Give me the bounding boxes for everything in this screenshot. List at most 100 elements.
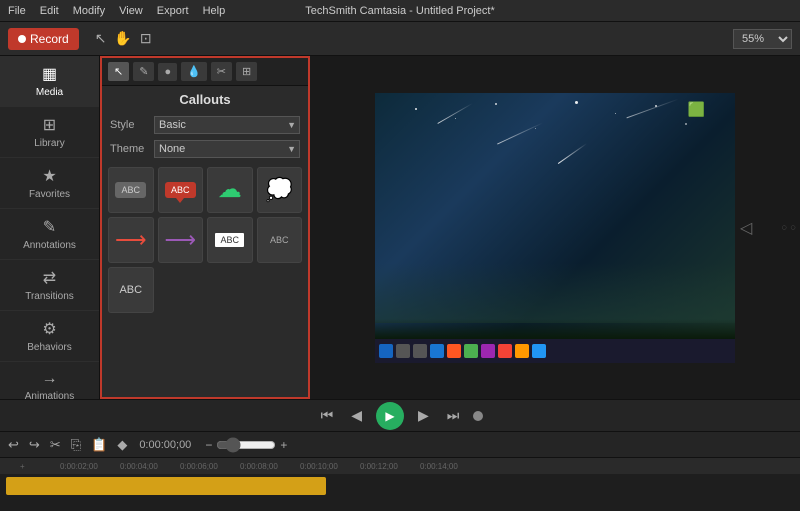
- window-title: TechSmith Camtasia - Untitled Project*: [305, 5, 495, 17]
- theme-select-wrapper: None Custom ▼: [154, 140, 300, 158]
- sidebar-item-annotations[interactable]: ✎ Annotations: [0, 209, 99, 260]
- taskbar-app6: [532, 344, 546, 358]
- media-icon: ▦: [42, 64, 57, 84]
- ruler-mark-7: 0:00:14;00: [420, 462, 458, 471]
- sidebar: ▦ Media ⊞ Library ★ Favorites ✎ Annotati…: [0, 56, 100, 399]
- ruler-mark-1: 0:00:02;00: [60, 462, 98, 471]
- taskbar-edge: [430, 344, 444, 358]
- undo-button[interactable]: ↩: [6, 435, 21, 455]
- ruler-mark-2: 0:00:04;00: [120, 462, 158, 471]
- theme-row: Theme None Custom ▼: [102, 137, 308, 161]
- star-6: [615, 113, 616, 114]
- meteor-2: [497, 122, 543, 144]
- zoom-out-icon[interactable]: −: [205, 438, 212, 452]
- star-4: [535, 128, 536, 129]
- cursor-tool-btn[interactable]: ↖: [108, 62, 129, 81]
- paste-button[interactable]: 📋: [89, 435, 109, 455]
- sidebar-item-animations[interactable]: → Animations: [0, 362, 99, 399]
- callout-label-1: ABC: [115, 182, 146, 198]
- grid-tool-btn[interactable]: ⊞: [236, 62, 257, 81]
- hand-tool-icon[interactable]: ✋: [112, 28, 133, 49]
- step-back-button[interactable]: ◀: [347, 405, 366, 426]
- sidebar-item-favorites-label: Favorites: [29, 189, 70, 200]
- sidebar-item-transitions[interactable]: ⇄ Transitions: [0, 260, 99, 311]
- transport-dot[interactable]: [473, 411, 483, 421]
- timeline-zoom: − +: [205, 437, 287, 453]
- callout-plain-dark-label: ABC: [270, 235, 289, 245]
- bridge-silhouette: [375, 319, 735, 339]
- zoom-control: 55% 25% 50% 75% 100%: [733, 29, 792, 49]
- taskbar-app1: [447, 344, 461, 358]
- preview-canvas: 🟩: [375, 93, 735, 363]
- callout-plain-white-label: ABC: [215, 233, 244, 247]
- annotations-icon: ✎: [43, 217, 56, 237]
- callout-plain-dark[interactable]: ABC: [257, 217, 303, 263]
- taskbar-windows: [379, 344, 393, 358]
- cut-button[interactable]: ✂: [48, 435, 63, 455]
- record-label: Record: [30, 32, 69, 46]
- timeline-toolbar: ↩ ↪ ✂ ⎘ 📋 ◆ 0:00:00;00 − +: [0, 432, 800, 458]
- redo-button[interactable]: ↪: [27, 435, 42, 455]
- transport-bar: ⏮ ◀ ▶ ▶ ⏭: [0, 399, 800, 431]
- callout-thought[interactable]: 💭: [257, 167, 303, 213]
- callout-plain-white[interactable]: ABC: [207, 217, 253, 263]
- callout-cloud[interactable]: ☁: [207, 167, 253, 213]
- menu-items: File Edit Modify View Export Help: [8, 5, 225, 17]
- rewind-button[interactable]: ⏮: [317, 405, 338, 426]
- menu-edit[interactable]: Edit: [40, 5, 59, 17]
- droplet-tool-btn[interactable]: 💧: [181, 62, 207, 81]
- menu-modify[interactable]: Modify: [73, 5, 105, 17]
- taskbar-search: [396, 344, 410, 358]
- star-3: [495, 103, 497, 105]
- sidebar-item-library[interactable]: ⊞ Library: [0, 107, 99, 158]
- ruler-mark-6: 0:00:12;00: [360, 462, 398, 471]
- preview-right-controls: ○ ○: [781, 222, 796, 233]
- timeline-zoom-slider[interactable]: [216, 437, 276, 453]
- timeline-ruler: + 0:00:02;00 0:00:04;00 0:00:06;00 0:00:…: [0, 458, 800, 474]
- sidebar-item-library-label: Library: [34, 138, 65, 149]
- end-button[interactable]: ⏭: [443, 405, 464, 426]
- callout-plain-abc[interactable]: ABC: [108, 267, 154, 313]
- cloud-shape: ☁: [218, 178, 242, 202]
- sidebar-item-favorites[interactable]: ★ Favorites: [0, 158, 99, 209]
- style-select[interactable]: Basic Advanced: [154, 116, 300, 134]
- main-content: ▦ Media ⊞ Library ★ Favorites ✎ Annotati…: [0, 56, 800, 399]
- callout-arrow-purple[interactable]: ⟶: [158, 217, 204, 263]
- taskbar-app3: [481, 344, 495, 358]
- zoom-select[interactable]: 55% 25% 50% 75% 100%: [733, 29, 792, 49]
- taskbar-app4: [498, 344, 512, 358]
- taskbar-task-view: [413, 344, 427, 358]
- sidebar-item-media[interactable]: ▦ Media: [0, 56, 99, 107]
- star-1: [415, 108, 417, 110]
- menu-file[interactable]: File: [8, 5, 26, 17]
- pen-tool-btn[interactable]: ✎: [133, 62, 154, 81]
- cursor-tool-icon[interactable]: ↖: [93, 28, 109, 49]
- copy-button[interactable]: ⎘: [69, 435, 83, 455]
- style-select-wrapper: Basic Advanced ▼: [154, 116, 300, 134]
- canvas-background: 🟩: [375, 93, 735, 363]
- sidebar-item-behaviors[interactable]: ⚙ Behaviors: [0, 311, 99, 362]
- ruler-mark-3: 0:00:06;00: [180, 462, 218, 471]
- menu-view[interactable]: View: [119, 5, 143, 17]
- preview-nav-arrow[interactable]: ◁: [740, 218, 752, 238]
- preview-taskbar: [375, 339, 735, 363]
- scissors-tool-btn[interactable]: ✂: [211, 62, 232, 81]
- step-forward-button[interactable]: ▶: [414, 405, 433, 426]
- record-button[interactable]: Record: [8, 28, 79, 50]
- thought-shape: 💭: [266, 179, 293, 201]
- circle-tool-btn[interactable]: ●: [158, 63, 177, 81]
- callout-arrow-red[interactable]: ⟶: [108, 217, 154, 263]
- ruler-mark-0: +: [20, 462, 25, 471]
- menu-help[interactable]: Help: [203, 5, 226, 17]
- crop-tool-icon[interactable]: ⊡: [138, 28, 154, 49]
- callout-rounded-rect[interactable]: ABC: [108, 167, 154, 213]
- record-dot: [18, 35, 26, 43]
- menu-export[interactable]: Export: [157, 5, 189, 17]
- callout-label-2: ABC: [165, 182, 196, 198]
- timeline-track-1[interactable]: [6, 477, 326, 495]
- play-button[interactable]: ▶: [376, 402, 404, 430]
- theme-select[interactable]: None Custom: [154, 140, 300, 158]
- marker-button[interactable]: ◆: [115, 435, 129, 455]
- callout-red-speech[interactable]: ABC: [158, 167, 204, 213]
- zoom-in-icon[interactable]: +: [280, 438, 287, 452]
